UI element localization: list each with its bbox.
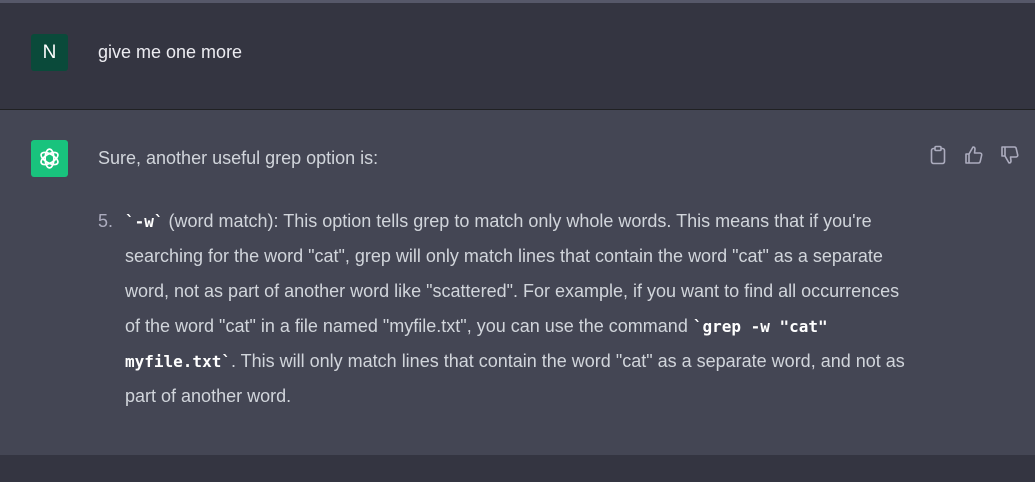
assistant-avatar	[31, 140, 68, 177]
list-item-text-2: . This will only match lines that contai…	[125, 351, 905, 406]
assistant-message-row: Sure, another useful grep option is: 5. …	[0, 110, 1035, 455]
user-avatar: N	[31, 34, 68, 71]
inline-code-option: `-w`	[125, 212, 164, 231]
thumbs-down-button[interactable]	[1000, 144, 1020, 166]
list-item-number: 5.	[98, 211, 114, 231]
message-actions	[928, 144, 1020, 166]
ordered-list: 5. `-w` (word match): This option tells …	[98, 204, 918, 414]
user-message-row: N give me one more	[0, 3, 1035, 110]
user-message-text: give me one more	[98, 42, 243, 62]
thumbs-down-icon	[1001, 146, 1019, 164]
bottom-area	[0, 455, 1035, 482]
list-item: `-w` (word match): This option tells gre…	[125, 204, 918, 414]
clipboard-icon	[930, 145, 946, 165]
copy-button[interactable]	[928, 144, 948, 166]
thumbs-up-button[interactable]	[964, 144, 984, 166]
thumbs-up-icon	[965, 146, 983, 164]
openai-logo-icon	[40, 148, 59, 169]
assistant-intro-text: Sure, another useful grep option is:	[98, 148, 379, 168]
